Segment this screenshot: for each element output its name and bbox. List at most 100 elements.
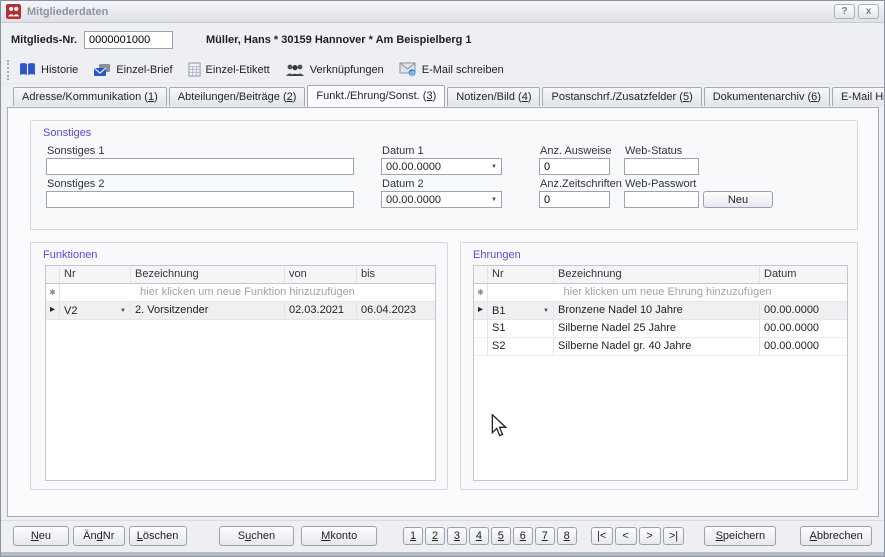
neu-button[interactable]: Neu <box>13 526 69 546</box>
last-record-button[interactable]: >| <box>663 527 685 545</box>
email-schreiben-icon: @ <box>399 62 417 77</box>
previous-record-button[interactable]: < <box>615 527 637 545</box>
column-header-bis: bis <box>357 266 435 283</box>
page-button-5[interactable]: 5 <box>491 527 511 545</box>
verknuepfungen-label: Verknüpfungen <box>310 64 384 76</box>
page-button-6[interactable]: 6 <box>513 527 533 545</box>
einzel-brief-label: Einzel-Brief <box>116 64 172 76</box>
first-record-button[interactable]: |< <box>591 527 613 545</box>
tab-adresse-kommunikation[interactable]: Adresse/Kommunikation (1) <box>13 87 167 106</box>
ehrungen-grid: Nr Bezeichnung Datum ✱ hier klicken um n… <box>473 265 848 481</box>
tab-email-historie[interactable]: E-Mail Historie (7) <box>832 87 885 106</box>
ehrungen-table-row[interactable]: S1 Silberne Nadel 25 Jahre 00.00.0000 <box>474 320 847 338</box>
row-selector-header <box>474 266 488 283</box>
email-schreiben-button[interactable]: @ E-Mail schreiben <box>399 62 504 77</box>
ehrungen-table-row[interactable]: ▸ B1▼ Bronzene Nadel 10 Jahre 00.00.0000 <box>474 302 847 320</box>
ehrungen-bezeichnung-cell[interactable]: Silberne Nadel 25 Jahre <box>554 320 760 337</box>
datum2-label: Datum 2 <box>382 178 424 190</box>
tab-notizen-bild[interactable]: Notizen/Bild (4) <box>447 87 540 106</box>
historie-button[interactable]: Historie <box>19 62 78 77</box>
dropdown-arrow-icon[interactable]: ▼ <box>491 197 497 203</box>
web-passwort-neu-button[interactable]: Neu <box>703 191 773 208</box>
funktionen-table-row[interactable]: ▸ V2▼ 2. Vorsitzender 02.03.2021 06.04.2… <box>46 302 435 320</box>
ehrungen-table-row[interactable]: S2 Silberne Nadel gr. 40 Jahre 00.00.000… <box>474 338 847 356</box>
dropdown-arrow-icon[interactable]: ▼ <box>120 308 126 314</box>
row-selector-header <box>46 266 60 283</box>
datum2-combo[interactable]: 00.00.0000▼ <box>381 191 502 208</box>
einzel-brief-envelope-icon <box>93 63 111 77</box>
anz-zeitschriften-input[interactable] <box>539 191 610 208</box>
anz-ausweise-label: Anz. Ausweise <box>540 145 612 157</box>
tab-funkt-ehrung-sonst[interactable]: Funkt./Ehrung/Sonst. (3) <box>307 85 445 107</box>
historie-label: Historie <box>41 64 78 76</box>
suchen-button[interactable]: Suchen <box>219 526 295 546</box>
ehrungen-bezeichnung-cell[interactable]: Bronzene Nadel 10 Jahre <box>554 302 760 319</box>
page-button-7[interactable]: 7 <box>535 527 555 545</box>
web-status-input[interactable] <box>624 158 699 175</box>
sonstiges2-input[interactable] <box>46 191 354 208</box>
ehrungen-datum-cell[interactable]: 00.00.0000 <box>760 302 847 319</box>
add-row-marker-icon: ✱ <box>46 284 60 301</box>
funktionen-header-row: Nr Bezeichnung von bis <box>46 266 435 284</box>
anz-ausweise-input[interactable] <box>539 158 610 175</box>
column-header-datum: Datum <box>760 266 847 283</box>
funktionen-add-row-hint: hier klicken um neue Funktion hinzuzufüg… <box>60 284 435 301</box>
loeschen-button[interactable]: Löschen <box>129 526 187 546</box>
sonstiges2-label: Sonstiges 2 <box>47 178 104 190</box>
funktionen-add-row[interactable]: ✱ hier klicken um neue Funktion hinzuzuf… <box>46 284 435 302</box>
ehrungen-group: Ehrungen Nr Bezeichnung Datum ✱ hier kli… <box>460 242 858 490</box>
close-button[interactable]: x <box>858 4 879 19</box>
page-button-3[interactable]: 3 <box>447 527 467 545</box>
toolbar: Historie Einzel-Brief Einzel-Etikett Ver… <box>1 56 884 84</box>
sonstiges1-input[interactable] <box>46 158 354 175</box>
help-button[interactable]: ? <box>834 4 855 19</box>
page-button-8[interactable]: 8 <box>557 527 577 545</box>
next-record-button[interactable]: > <box>639 527 661 545</box>
toolbar-grip[interactable] <box>7 60 11 80</box>
column-header-von: von <box>285 266 357 283</box>
verknuepfungen-button[interactable]: Verknüpfungen <box>285 63 384 77</box>
ehrungen-bezeichnung-cell[interactable]: Silberne Nadel gr. 40 Jahre <box>554 338 760 355</box>
svg-text:@: @ <box>409 71 415 77</box>
web-passwort-input[interactable] <box>624 191 699 208</box>
ehrungen-group-title: Ehrungen <box>473 249 521 261</box>
tab-abteilungen-beitraege[interactable]: Abteilungen/Beiträge (2) <box>169 87 306 106</box>
column-header-bezeichnung: Bezeichnung <box>554 266 760 283</box>
datum1-combo[interactable]: 00.00.0000▼ <box>381 158 502 175</box>
funktionen-bis-cell[interactable]: 06.04.2023 <box>357 302 435 319</box>
mkonto-button[interactable]: Mkonto <box>301 526 377 546</box>
speichern-button[interactable]: Speichern <box>704 526 776 546</box>
ehrungen-datum-cell[interactable]: 00.00.0000 <box>760 338 847 355</box>
ehrungen-add-row-hint: hier klicken um neue Ehrung hinzuzufügen <box>488 284 847 301</box>
dropdown-arrow-icon[interactable]: ▼ <box>491 164 497 170</box>
sonstiges-group-title: Sonstiges <box>43 127 91 139</box>
tab-postanschrift-zusatzfelder[interactable]: Postanschrf./Zusatzfelder (5) <box>542 87 701 106</box>
dropdown-arrow-icon[interactable]: ▼ <box>543 308 549 314</box>
ehrungen-nr-cell[interactable]: S2 <box>488 338 554 355</box>
verknuepfungen-people-icon <box>285 63 305 77</box>
ehrungen-nr-cell[interactable]: S1 <box>488 320 554 337</box>
column-header-bezeichnung: Bezeichnung <box>131 266 285 283</box>
funktionen-bezeichnung-cell[interactable]: 2. Vorsitzender <box>131 302 285 319</box>
historie-book-icon <box>19 62 36 77</box>
abbrechen-button[interactable]: Abbrechen <box>800 526 872 546</box>
ehrungen-nr-cell[interactable]: B1▼ <box>488 302 554 319</box>
page-button-1[interactable]: 1 <box>403 527 423 545</box>
tab-bar: Adresse/Kommunikation (1) Abteilungen/Be… <box>1 84 884 106</box>
ehrungen-datum-cell[interactable]: 00.00.0000 <box>760 320 847 337</box>
member-number-input[interactable] <box>84 31 173 49</box>
einzel-etikett-button[interactable]: Einzel-Etikett <box>188 62 270 77</box>
current-row-marker-icon: ▸ <box>46 302 60 319</box>
titlebar: Mitgliederdaten ? x <box>1 1 884 23</box>
app-icon <box>6 4 21 19</box>
einzel-brief-button[interactable]: Einzel-Brief <box>93 63 172 77</box>
ehrungen-add-row[interactable]: ✱ hier klicken um neue Ehrung hinzuzufüg… <box>474 284 847 302</box>
tab-dokumentenarchiv[interactable]: Dokumentenarchiv (6) <box>704 87 830 106</box>
page-button-2[interactable]: 2 <box>425 527 445 545</box>
mouse-cursor <box>491 414 507 441</box>
page-button-4[interactable]: 4 <box>469 527 489 545</box>
einzel-etikett-label-icon <box>188 62 201 77</box>
funktionen-von-cell[interactable]: 02.03.2021 <box>285 302 357 319</box>
aendnr-button[interactable]: ÄndNr <box>73 526 125 546</box>
funktionen-nr-cell[interactable]: V2▼ <box>60 302 131 319</box>
